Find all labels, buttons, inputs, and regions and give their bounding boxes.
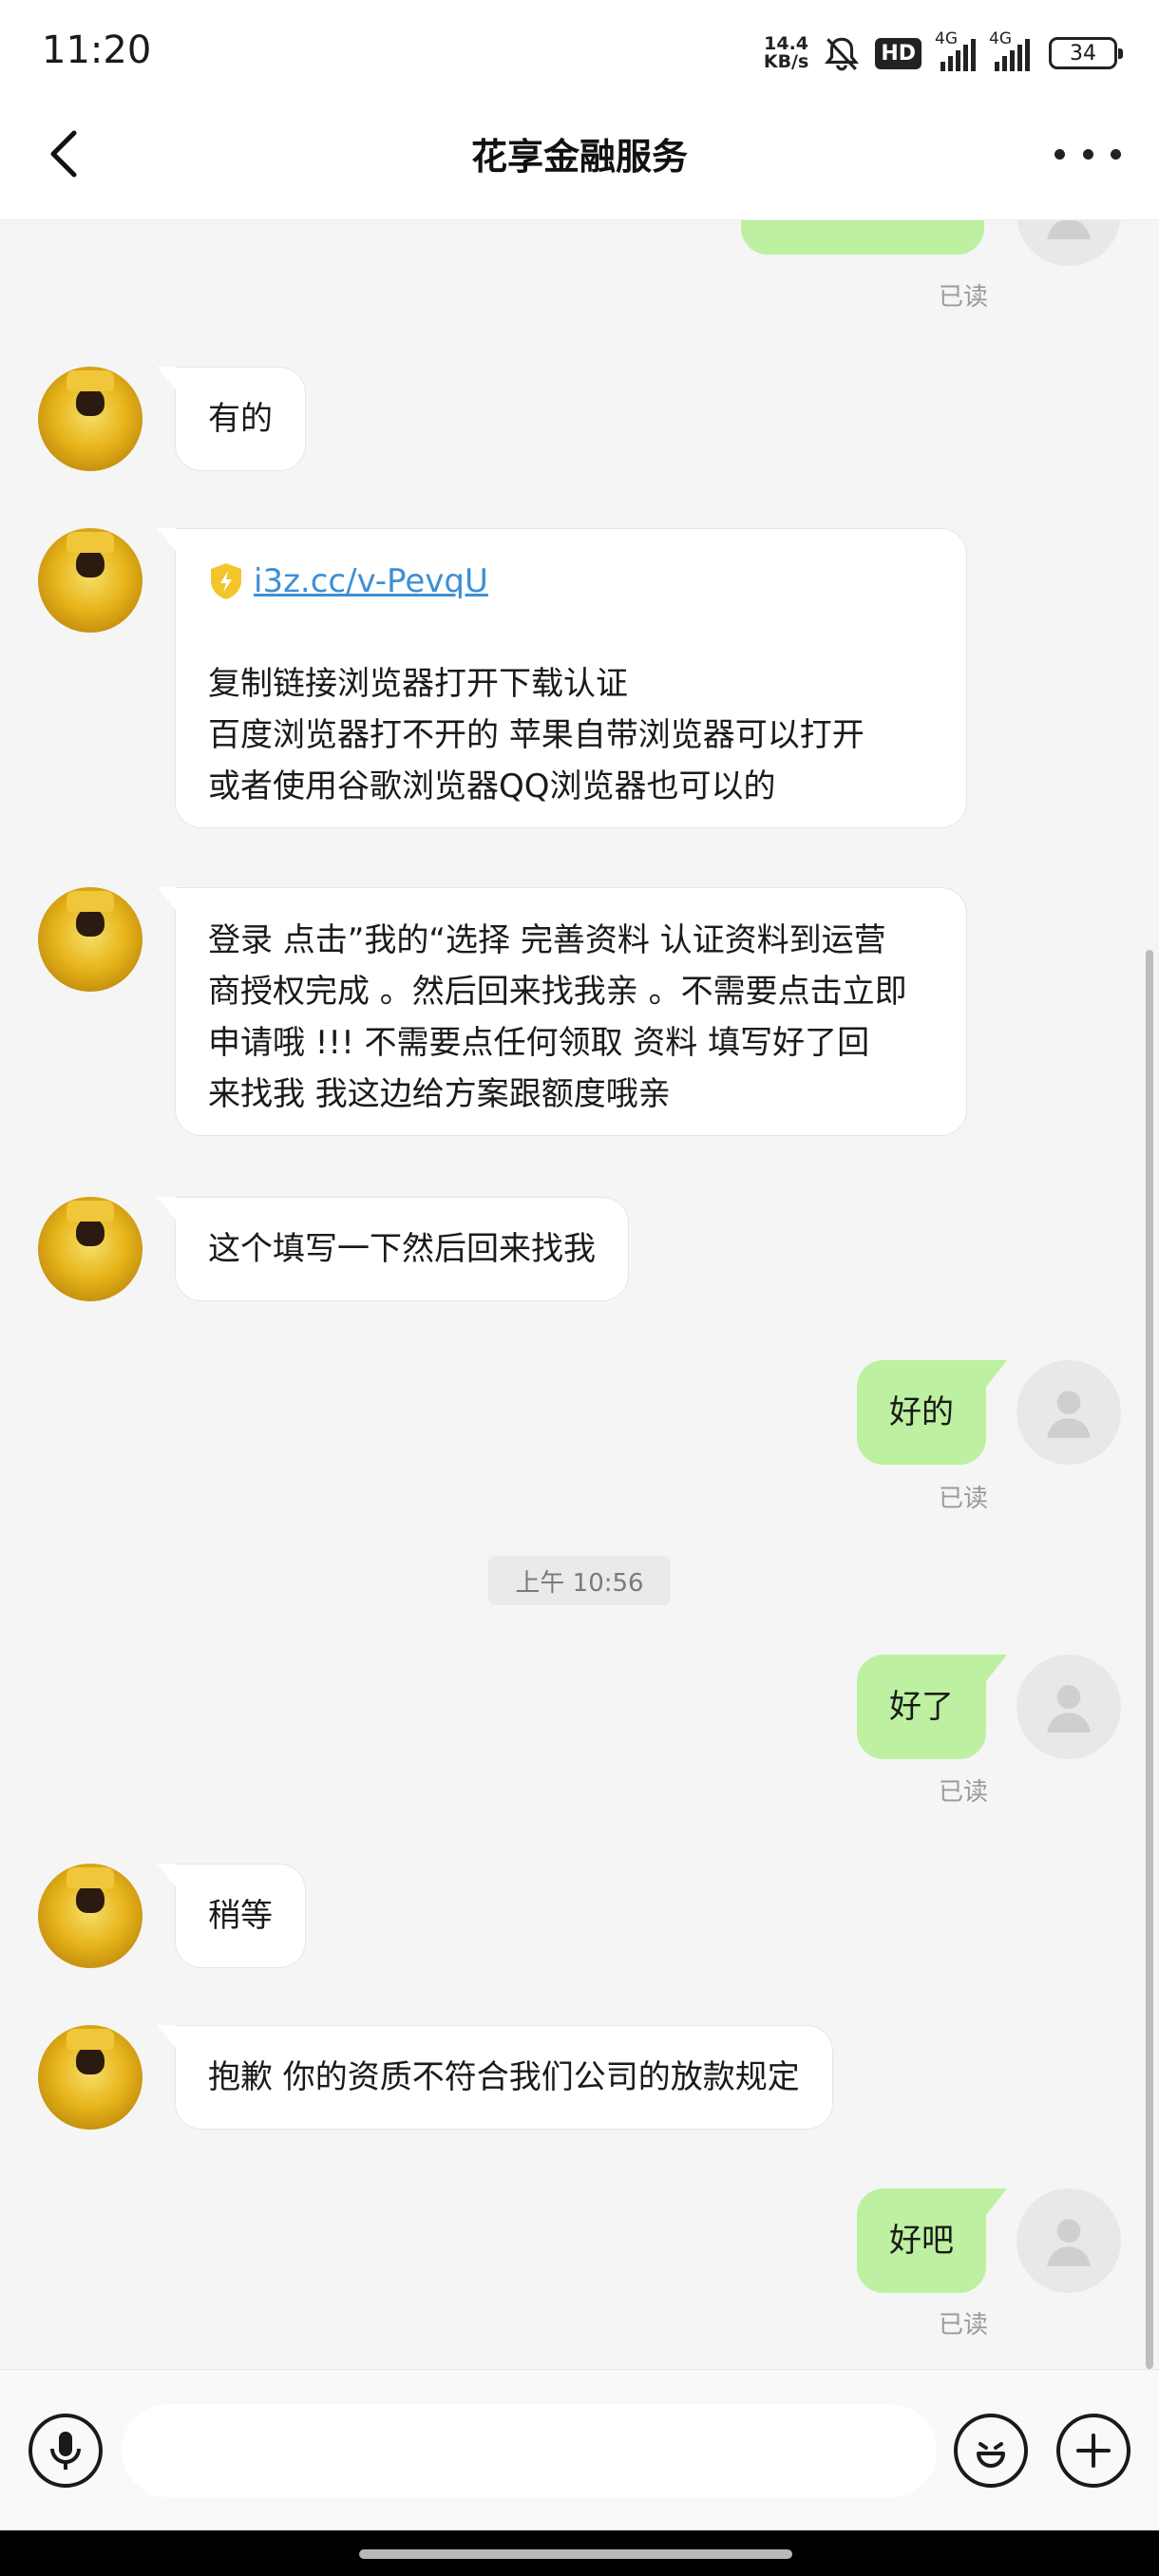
- read-status: 已读: [938, 283, 988, 312]
- message-text: 我现货: [773, 220, 870, 229]
- composer-bar: [0, 2369, 1159, 2530]
- message-text: 抱歉 你的资质不符合我们公司的放款规定: [208, 2058, 800, 2096]
- more-options-button[interactable]: [1054, 135, 1121, 173]
- emoji-button[interactable]: [954, 2414, 1028, 2488]
- status-time: 11:20: [42, 28, 152, 72]
- contact-avatar[interactable]: [38, 367, 142, 471]
- emoji-icon: [977, 2442, 1005, 2468]
- incoming-message-bubble[interactable]: 登录 点击”我的“选择 完善资料 认证资料到运营 商授权完成 。然后回来找我亲 …: [157, 887, 967, 1136]
- message-text: 有的: [208, 400, 273, 438]
- network-speed: 14.4 KB/s: [764, 35, 808, 71]
- network-speed-unit: KB/s: [763, 51, 809, 72]
- contact-avatar[interactable]: [38, 1197, 142, 1301]
- message-text: 这个填写一下然后回来找我: [208, 1230, 596, 1268]
- signal-type-2: 4G: [989, 29, 1012, 48]
- message-text-line: 申请哦 !!! 不需要点任何领取 资料 填写好了回: [208, 1024, 870, 1062]
- outgoing-message-bubble[interactable]: 好了: [857, 1655, 1007, 1759]
- user-silhouette-icon: [1047, 2219, 1091, 2266]
- muted-bell-icon: [825, 37, 860, 71]
- message-input[interactable]: [122, 2404, 937, 2497]
- status-icons: 14.4 KB/s HD 4G 4G 34: [764, 27, 1123, 80]
- signal-strength-2-icon: 4G: [989, 29, 1030, 71]
- incoming-message-bubble[interactable]: 有的: [157, 367, 306, 471]
- user-avatar[interactable]: [1016, 2188, 1121, 2293]
- message-text: 好吧: [889, 2222, 954, 2260]
- chat-header: 花享金融服务: [0, 104, 1159, 220]
- message-text-line: 来找我 我这边给方案跟额度哦亲: [208, 1075, 671, 1113]
- message-text-line: 商授权完成 。然后回来找我亲 。不需要点击立即: [208, 973, 907, 1011]
- incoming-message-bubble[interactable]: 稍等: [157, 1864, 306, 1968]
- message-text-line: 或者使用谷歌浏览器QQ浏览器也可以的: [208, 767, 776, 805]
- message-text: 稍等: [208, 1897, 273, 1935]
- battery-icon: 34: [1049, 37, 1123, 69]
- message-text: 好了: [889, 1688, 954, 1726]
- read-status: 已读: [938, 1778, 988, 1807]
- plus-icon: [1076, 2434, 1111, 2468]
- more-actions-button[interactable]: [1056, 2414, 1130, 2488]
- battery-level: 34: [1070, 41, 1096, 66]
- user-silhouette-icon: [1047, 220, 1091, 239]
- scrollbar[interactable]: [1146, 950, 1153, 2369]
- time-divider: 上午 10:56: [488, 1556, 671, 1605]
- contact-avatar[interactable]: [38, 1864, 142, 1968]
- incoming-message-bubble[interactable]: i3z.cc/v-PevqU 复制链接浏览器打开下载认证 百度浏览器打不开的 苹…: [157, 528, 967, 828]
- voice-input-button[interactable]: [28, 2414, 103, 2488]
- incoming-message-bubble[interactable]: 抱歉 你的资质不符合我们公司的放款规定: [157, 2025, 833, 2130]
- microphone-icon: [50, 2432, 81, 2470]
- contact-avatar[interactable]: [38, 887, 142, 992]
- user-silhouette-icon: [1047, 1685, 1091, 1733]
- contact-avatar[interactable]: [38, 528, 142, 633]
- message-text: 好的: [889, 1393, 954, 1431]
- user-avatar[interactable]: [1016, 220, 1121, 266]
- more-dots-icon: [1054, 148, 1065, 160]
- outgoing-message-bubble[interactable]: 我现货: [741, 220, 984, 255]
- chat-title: 花享金融服务: [470, 136, 688, 178]
- read-status: 已读: [938, 2311, 988, 2339]
- system-navigation-bar: [0, 2530, 1159, 2576]
- link-row: i3z.cc/v-PevqU: [208, 556, 934, 607]
- signal-type-1: 4G: [935, 29, 958, 48]
- message-text-line: 复制链接浏览器打开下载认证: [208, 665, 628, 703]
- outgoing-message-bubble[interactable]: 好的: [857, 1360, 1007, 1465]
- outgoing-message-bubble[interactable]: 好吧: [857, 2188, 1007, 2293]
- contact-avatar[interactable]: [38, 2025, 142, 2130]
- message-text-line: 百度浏览器打不开的 苹果自带浏览器可以打开: [208, 716, 864, 754]
- hd-badge: HD: [875, 37, 922, 69]
- read-status: 已读: [938, 1485, 988, 1513]
- signal-strength-1-icon: 4G: [935, 29, 976, 71]
- message-link[interactable]: i3z.cc/v-PevqU: [254, 556, 488, 607]
- user-avatar[interactable]: [1016, 1360, 1121, 1465]
- user-avatar[interactable]: [1016, 1655, 1121, 1759]
- home-indicator[interactable]: [359, 2549, 792, 2559]
- status-bar: 11:20 14.4 KB/s HD 4G 4G 34: [0, 0, 1159, 104]
- incoming-message-bubble[interactable]: 这个填写一下然后回来找我: [157, 1197, 629, 1301]
- message-list[interactable]: 我现货 已读 有的 i3z.cc/v-PevqU 复制链接浏览器: [0, 220, 1159, 2369]
- user-silhouette-icon: [1047, 1391, 1091, 1438]
- shield-bolt-icon: [211, 563, 241, 599]
- message-text-line: 登录 点击”我的“选择 完善资料 认证资料到运营: [208, 921, 886, 959]
